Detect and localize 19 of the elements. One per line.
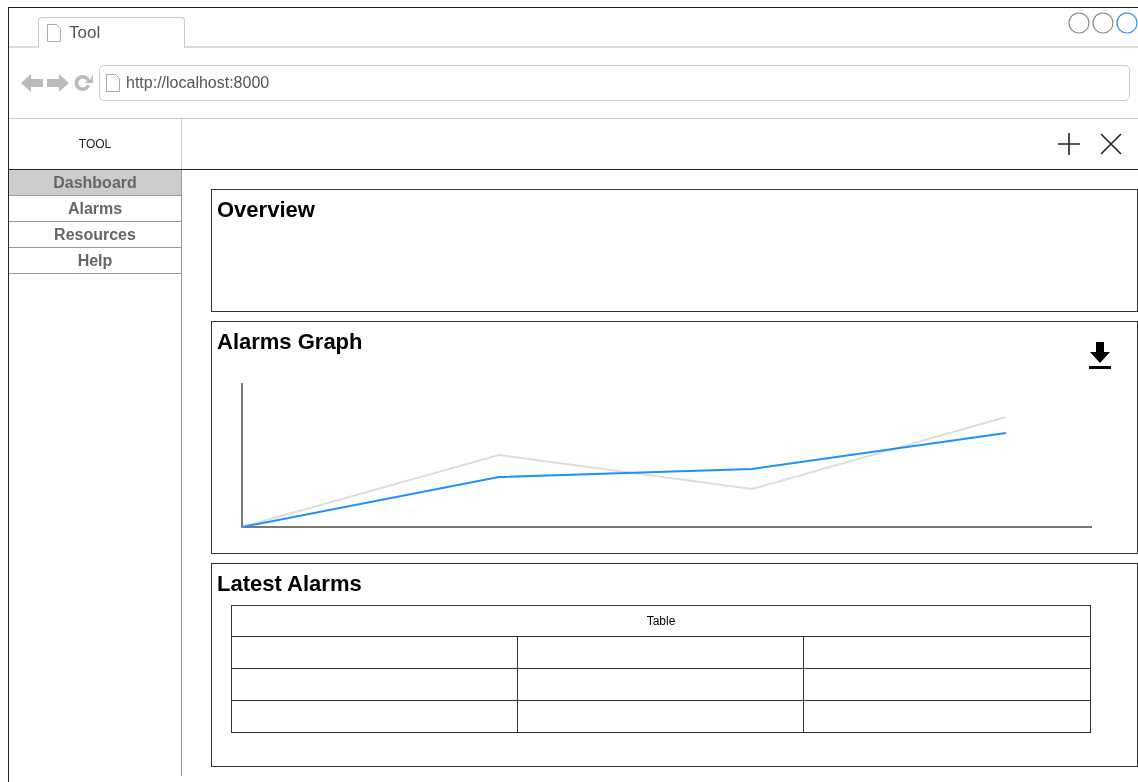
download-icon[interactable] <box>1088 342 1112 370</box>
panel-title: Overview <box>216 196 316 223</box>
table-caption: Table <box>231 605 1091 637</box>
reload-icon[interactable] <box>73 73 93 93</box>
sidebar-item[interactable]: Dashboard <box>9 170 181 196</box>
add-icon[interactable] <box>1058 133 1080 155</box>
window-button-icon[interactable] <box>1116 12 1138 34</box>
app-logo: TOOL <box>78 137 112 151</box>
browser-tab[interactable]: Tool <box>38 17 185 48</box>
panel-title: Alarms Graph <box>216 328 364 355</box>
back-arrow-icon[interactable] <box>21 73 43 93</box>
page-icon <box>106 74 120 92</box>
window-button-icon[interactable] <box>1092 12 1114 34</box>
panel-title: Latest Alarms <box>216 570 363 597</box>
page-icon <box>47 24 61 42</box>
window-button-icon[interactable] <box>1068 12 1090 34</box>
close-icon[interactable] <box>1100 133 1122 155</box>
address-field[interactable]: http://localhost:8000 <box>99 65 1130 101</box>
forward-arrow-icon[interactable] <box>47 73 69 93</box>
